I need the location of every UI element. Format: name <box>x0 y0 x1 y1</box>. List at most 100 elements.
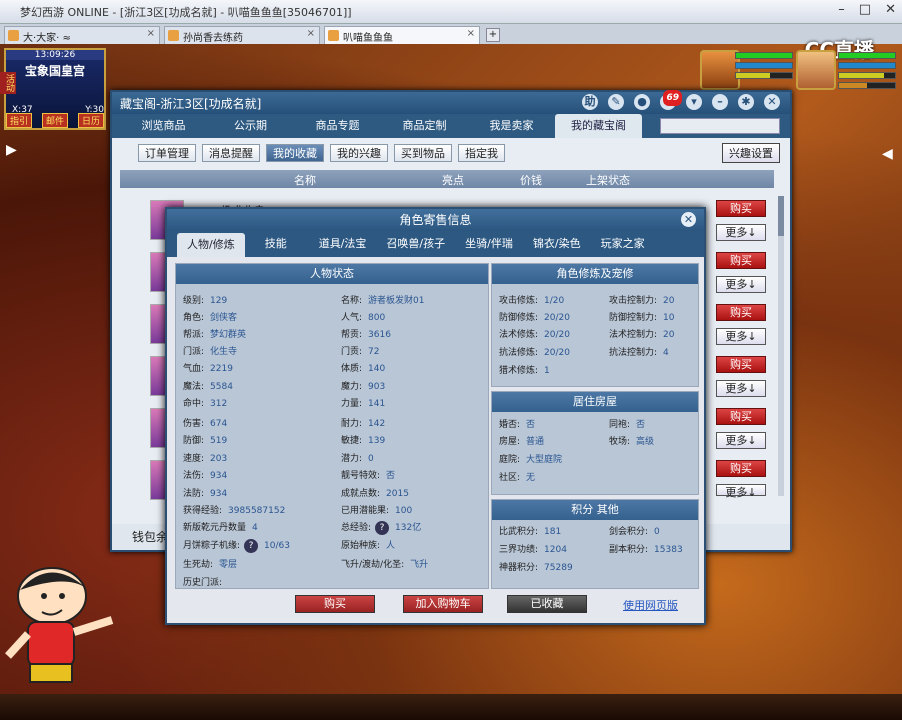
location-name: 宝象国皇宫 <box>24 64 85 78</box>
message-count-badge: 69 <box>663 90 682 106</box>
browser-tab[interactable]: 大·大家· ≈ × <box>4 26 160 44</box>
avatar-icon <box>328 30 339 41</box>
stat-row: 防御修炼: 20/20 <box>499 313 570 323</box>
stat-row: 防御: 519 <box>183 436 228 446</box>
window-titlebar: 梦幻西游 ONLINE - [浙江3区[功成名就] - 叭喵鱼鱼鱼[350467… <box>0 0 902 24</box>
buy-button[interactable]: 购买 <box>716 200 766 217</box>
tab-mounts[interactable]: 坐骑/伴瑞 <box>455 231 523 257</box>
stat-row: 总经验:? 132亿 <box>341 521 422 535</box>
right-arrow-icon[interactable]: ◀ <box>882 146 893 162</box>
maximize-button[interactable]: □ <box>859 2 871 17</box>
pet-avatar[interactable] <box>700 50 740 90</box>
help-icon[interactable]: ? <box>244 539 259 553</box>
tab-topics[interactable]: 商品专题 <box>294 114 381 138</box>
minimap[interactable]: 13:09:26 宝象国皇宫 X:37 Y:30 指引 邮件 日历 <box>4 48 106 130</box>
stat-row: 生死劫: 零层 <box>183 560 238 570</box>
avatar-icon <box>168 30 179 41</box>
tab-skills[interactable]: 技能 <box>255 231 297 257</box>
stat-row: 体质: 140 <box>341 364 386 374</box>
guide-button[interactable]: 指引 <box>6 113 33 128</box>
list-scroll-thumb[interactable] <box>778 196 784 236</box>
stat-row: 人气: 800 <box>341 313 386 323</box>
tab-character[interactable]: 人物/修炼 <box>177 233 245 257</box>
help-icon[interactable]: 助 <box>582 94 598 110</box>
stat-row: 三界功绩: 1204 <box>499 545 567 555</box>
close-icon[interactable]: × <box>307 28 315 39</box>
stat-row: 帮贡: 3616 <box>341 330 391 340</box>
stat-row: 法术控制力: 20 <box>609 330 675 340</box>
buy-button[interactable]: 购买 <box>716 460 766 477</box>
new-tab-button[interactable]: + <box>486 28 500 42</box>
web-version-link[interactable]: 使用网页版 <box>623 597 678 613</box>
calendar-button[interactable]: 日历 <box>77 113 104 128</box>
subtab-orders[interactable]: 订单管理 <box>138 144 196 162</box>
browser-tab[interactable]: 叭喵鱼鱼鱼 × <box>324 26 480 44</box>
buy-button[interactable]: 购买 <box>716 356 766 373</box>
more-button[interactable]: 更多↓ <box>716 380 766 397</box>
close-icon[interactable]: × <box>147 28 155 39</box>
tab-home[interactable]: 玩家之家 <box>591 231 655 257</box>
cart-icon[interactable]: ▾ <box>686 94 702 110</box>
buy-button[interactable]: 购买 <box>716 252 766 269</box>
tab-browse[interactable]: 浏览商品 <box>120 114 207 138</box>
interest-settings-button[interactable]: 兴趣设置 <box>722 143 780 163</box>
stat-row: 名称: 游者板发财01 <box>341 296 425 306</box>
stat-row: 猎术修炼: 1 <box>499 366 550 376</box>
stat-row: 副本积分: 15383 <box>609 545 683 555</box>
close-icon[interactable]: ✕ <box>764 94 780 110</box>
stat-row: 伤害: 674 <box>183 419 228 429</box>
subtab-bought[interactable]: 买到物品 <box>394 144 452 162</box>
gear-icon[interactable]: ✱ <box>738 94 754 110</box>
stat-row: 门派: 化生寺 <box>183 347 238 357</box>
stat-row: 新版乾元丹数量 4 <box>183 523 258 533</box>
close-icon[interactable]: ✕ <box>681 212 696 227</box>
tab-custom[interactable]: 商品定制 <box>381 114 468 138</box>
favorited-button[interactable]: 已收藏 <box>507 595 587 613</box>
subtab-favorites[interactable]: 我的收藏 <box>266 144 324 162</box>
help-icon[interactable]: ? <box>375 521 390 535</box>
tab-public[interactable]: 公示期 <box>207 114 294 138</box>
character-info-dialog: 角色寄售信息 ✕ 人物/修炼 技能 道具/法宝 召唤兽/孩子 坐骑/伴瑞 锦衣/… <box>165 207 706 625</box>
settings-icon[interactable]: ● <box>634 94 650 110</box>
buy-button[interactable]: 购买 <box>295 595 375 613</box>
wallet-label: 钱包余 <box>132 530 169 544</box>
left-arrow-icon[interactable]: ▶ <box>6 142 17 158</box>
stat-row: 已用潜能果: 100 <box>341 506 413 516</box>
tab-seller[interactable]: 我是卖家 <box>468 114 555 138</box>
store-header-icons: 助 ✎ ● ✉69 ▾ – ✱ ✕ <box>582 90 780 110</box>
edit-icon[interactable]: ✎ <box>608 94 624 110</box>
subtab-messages[interactable]: 消息提醒 <box>202 144 260 162</box>
search-input[interactable] <box>660 118 780 134</box>
stat-row: 房屋: 普通 <box>499 437 545 447</box>
activity-button[interactable]: 活动 <box>0 72 16 94</box>
stat-row: 月饼粽子机缘:? 10/63 <box>183 539 290 553</box>
tab-items[interactable]: 道具/法宝 <box>309 231 377 257</box>
subtab-interests[interactable]: 我的兴趣 <box>330 144 388 162</box>
more-button[interactable]: 更多↓ <box>716 328 766 345</box>
more-button[interactable]: 更多↓ <box>716 484 766 499</box>
dialog-title: 角色寄售信息 <box>399 213 472 227</box>
message-icon[interactable]: ✉69 <box>660 90 682 110</box>
close-icon[interactable]: × <box>467 28 475 39</box>
stat-row: 角色: 剑侠客 <box>183 313 238 323</box>
add-to-cart-button[interactable]: 加入购物车 <box>403 595 483 613</box>
player-avatar[interactable] <box>796 50 836 90</box>
tab-outfits[interactable]: 锦衣/染色 <box>523 231 591 257</box>
stat-row: 剑会积分: 0 <box>609 527 660 537</box>
minimize-button[interactable]: – <box>838 2 845 17</box>
list-scrollbar[interactable] <box>778 196 784 496</box>
close-window-button[interactable]: ✕ <box>885 2 896 17</box>
mail-button[interactable]: 邮件 <box>41 113 68 128</box>
more-button[interactable]: 更多↓ <box>716 432 766 449</box>
minimize-icon[interactable]: – <box>712 94 728 110</box>
browser-tab[interactable]: 孙尚香去练药 × <box>164 26 320 44</box>
stat-row: 防御控制力: 10 <box>609 313 675 323</box>
tab-my-store[interactable]: 我的藏宝阁 <box>555 114 642 138</box>
more-button[interactable]: 更多↓ <box>716 276 766 293</box>
residence-heading: 居住房屋 <box>492 392 698 412</box>
buy-button[interactable]: 购买 <box>716 408 766 425</box>
subtab-assigned[interactable]: 指定我 <box>458 144 505 162</box>
more-button[interactable]: 更多↓ <box>716 224 766 241</box>
tab-pets[interactable]: 召唤兽/孩子 <box>376 231 455 257</box>
buy-button[interactable]: 购买 <box>716 304 766 321</box>
